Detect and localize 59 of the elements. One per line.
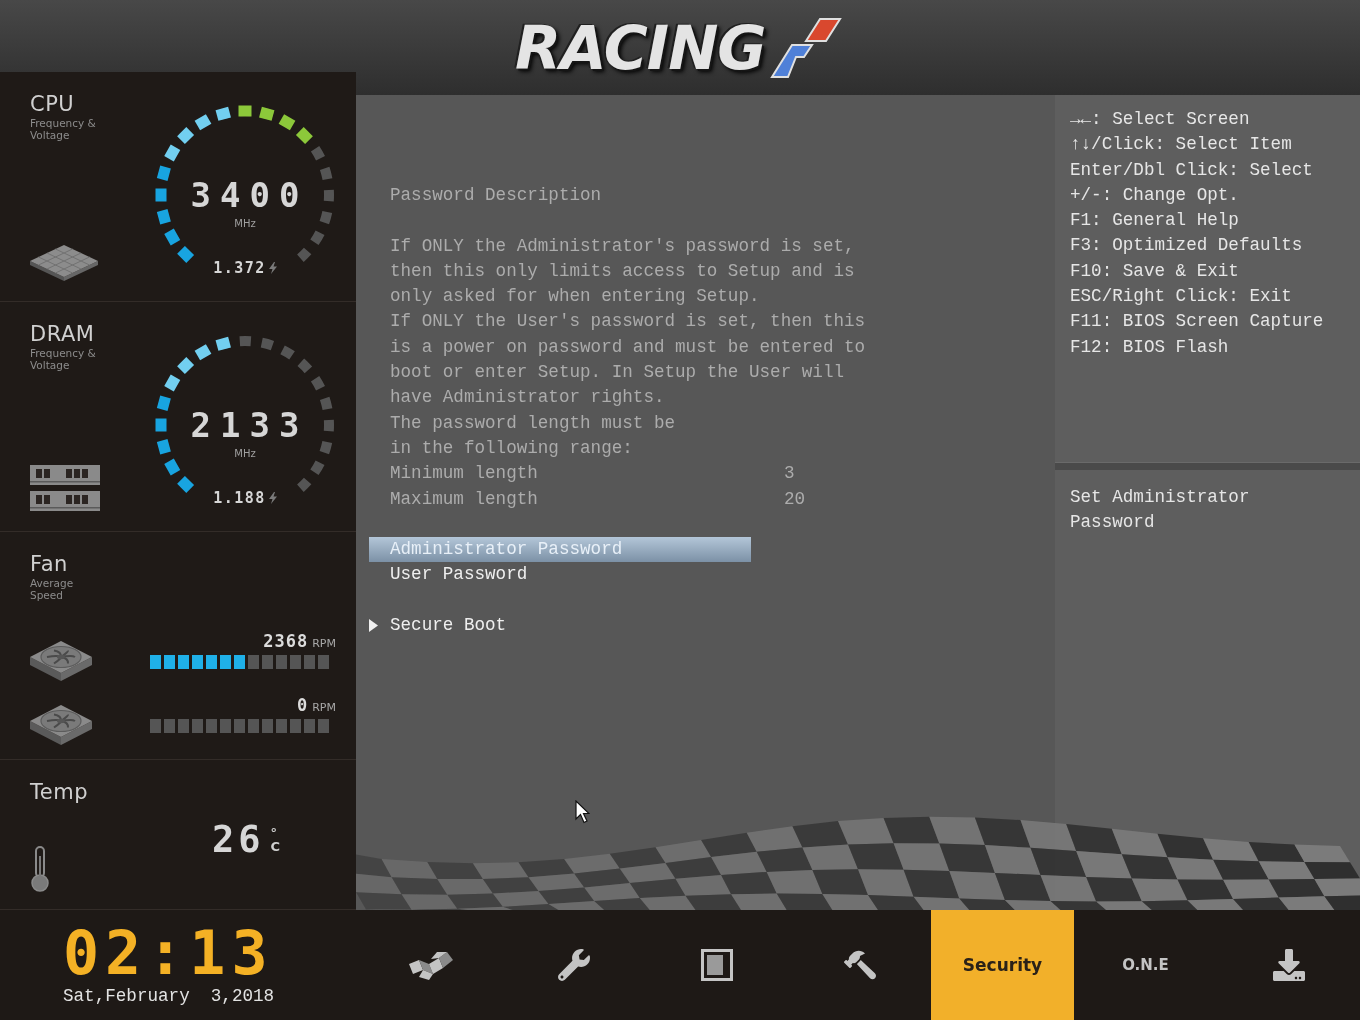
menu-item[interactable]: User Password xyxy=(369,562,751,588)
fan-speed-unit: RPM xyxy=(312,701,336,714)
square-icon xyxy=(700,949,733,981)
fan-icon xyxy=(30,641,92,681)
wrench-icon xyxy=(557,949,590,981)
section-subtitle: Frequency & Voltage xyxy=(30,347,97,371)
gauge-value: 2133 xyxy=(189,405,309,445)
description-text: If ONLY the User's password is set, then this is a power on password and must be entered to boot or enter Setup. In Setup the User will have Administrator rights. xyxy=(390,310,867,410)
section-title: Temp xyxy=(30,781,89,803)
section-heading: Password Description xyxy=(390,184,603,207)
key-hint: ESC/Right Click: Exit xyxy=(1070,285,1293,309)
fan-icon xyxy=(30,705,92,745)
voltage-value: 1.372 xyxy=(213,259,266,277)
hammer-icon xyxy=(843,949,876,981)
thermometer-icon xyxy=(30,846,50,892)
range-label: Minimum length xyxy=(390,462,539,486)
lightning-bolt-icon xyxy=(268,492,277,504)
section-subtitle: Frequency & Voltage xyxy=(30,117,97,141)
key-hint: →←: Select Screen xyxy=(1070,108,1251,131)
racing-logo: RACING xyxy=(515,15,766,80)
range-value: 3 xyxy=(784,462,796,486)
triangle-icon xyxy=(369,619,378,633)
section-title: DRAM xyxy=(30,323,95,345)
voltage-value: 1.188 xyxy=(213,489,266,507)
clock-time: 02:13 xyxy=(63,924,274,982)
clock-date: Sat,February 3,2018 xyxy=(63,985,275,1007)
checkered-flag-icon xyxy=(408,950,453,980)
gauge-unit: MHz xyxy=(234,217,256,231)
item-help-text: Set Administrator Password xyxy=(1070,486,1251,535)
fan-speed-value: 0 xyxy=(296,696,309,714)
fan-speed-value: 2368 xyxy=(263,632,309,650)
temperature-unit: °C xyxy=(270,825,280,855)
section-title: CPU xyxy=(30,93,75,115)
memory-module-icon xyxy=(30,465,100,511)
nav-tab[interactable]: O.N.E xyxy=(1074,910,1217,1020)
description-text: If ONLY the Administrator's password is set, then this only limits access to Setup and is only asked for when entering Setup. xyxy=(390,234,856,309)
nav-tab[interactable]: Security xyxy=(931,910,1074,1020)
gauge-value: 3400 xyxy=(189,175,309,215)
temperature-value: 26 xyxy=(212,821,265,859)
section-title: Fan xyxy=(30,553,69,575)
description-text: The password length must be in the following range: xyxy=(390,411,677,460)
key-hint: F11: BIOS Screen Capture xyxy=(1070,310,1325,334)
key-hint: ↑↓/Click: Select Item xyxy=(1070,133,1293,157)
key-hint: F12: BIOS Flash xyxy=(1070,335,1230,359)
chip-icon xyxy=(30,245,98,281)
section-subtitle: Average Speed xyxy=(30,577,75,601)
fan-speed-unit: RPM xyxy=(312,637,336,650)
lightning-bolt-icon xyxy=(268,262,277,274)
key-hint: +/-: Change Opt. xyxy=(1070,183,1240,207)
key-hint: F1: General Help xyxy=(1070,209,1240,233)
download-icon xyxy=(1272,949,1305,981)
key-hint: F10: Save & Exit xyxy=(1070,259,1240,283)
key-hint: Enter/Dbl Click: Select xyxy=(1070,158,1314,182)
key-hint: F3: Optimized Defaults xyxy=(1070,234,1304,258)
mouse-pointer-icon xyxy=(575,800,590,824)
range-label: Maximum length xyxy=(390,487,539,511)
range-value: 20 xyxy=(784,487,807,511)
submenu-item[interactable]: Secure Boot xyxy=(369,613,751,639)
gauge-unit: MHz xyxy=(234,447,256,461)
